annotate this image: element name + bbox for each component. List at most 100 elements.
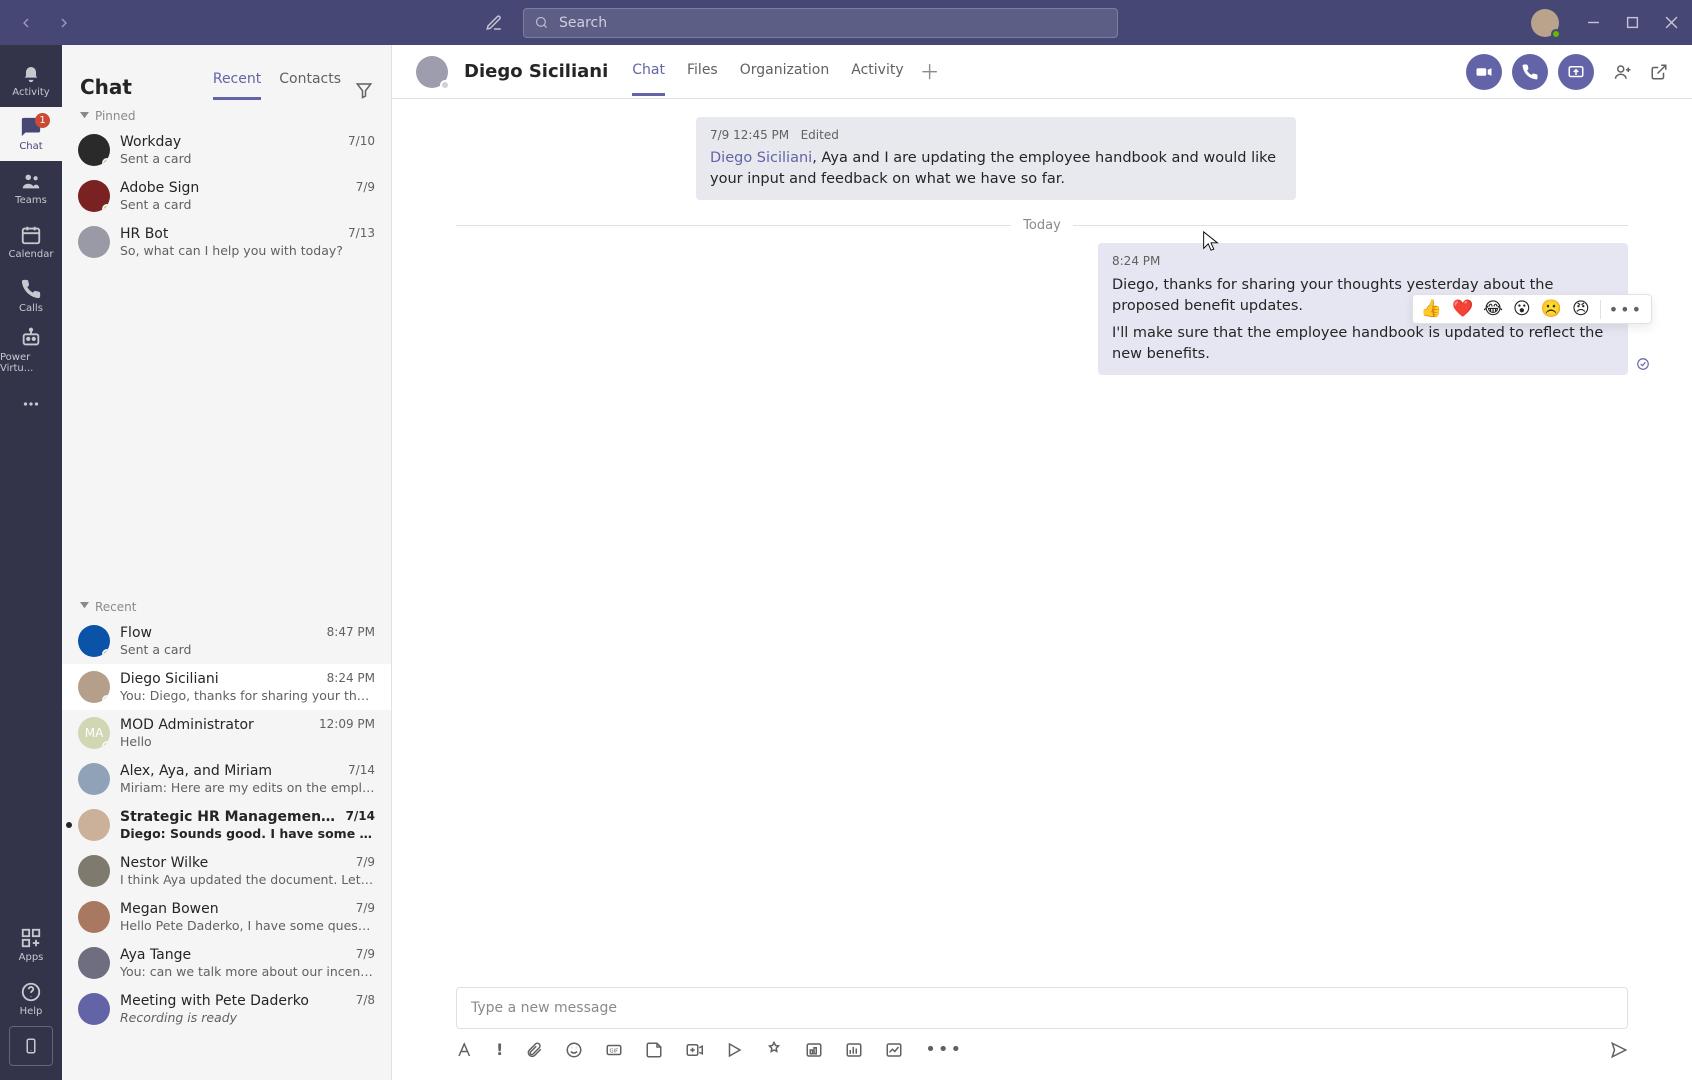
gif-icon[interactable]: GIF [605, 1041, 623, 1059]
send-button[interactable] [1610, 1041, 1628, 1059]
chat-list-item[interactable]: MAMOD Administrator12:09 PMHello [62, 710, 391, 756]
chat-time: 7/9 [356, 180, 375, 196]
rail-more[interactable] [0, 377, 62, 431]
rail-apps[interactable]: Apps [0, 918, 62, 972]
window-close-icon[interactable] [1665, 16, 1678, 29]
titlebar [0, 0, 1692, 45]
chat-tab-organization[interactable]: Organization [740, 47, 830, 96]
chat-time: 7/9 [356, 855, 375, 871]
chat-list-item[interactable]: Meeting with Pete Daderko7/8Recording is… [62, 986, 391, 1032]
chat-list-item[interactable]: Nestor Wilke7/9I think Aya updated the d… [62, 848, 391, 894]
search-input[interactable] [557, 14, 1107, 32]
attach-icon[interactable] [525, 1041, 543, 1059]
rail-power[interactable]: Power Virtu... [0, 323, 62, 377]
chat-list-item[interactable]: Strategic HR Management and Plan…7/14Die… [62, 802, 391, 848]
reaction-option[interactable]: 😮 [1513, 299, 1531, 319]
schedule-meeting-icon[interactable] [685, 1041, 703, 1059]
add-tab-icon[interactable]: ＋ [920, 62, 940, 82]
chat-name: Adobe Sign [120, 180, 199, 196]
chatlist-tab-recent[interactable]: Recent [213, 63, 261, 100]
chat-name: Diego Siciliani [120, 671, 219, 687]
presence-offline-icon [440, 80, 450, 90]
chart-btn-1-icon[interactable] [805, 1041, 823, 1059]
rail-activity[interactable]: Activity [0, 53, 62, 107]
chat-tab-activity[interactable]: Activity [851, 47, 903, 96]
chat-list-item[interactable]: Workday7/10Sent a card [62, 127, 391, 173]
message-edited-label: Edited [801, 128, 839, 142]
stream-icon[interactable] [725, 1041, 743, 1059]
get-mobile-app[interactable] [9, 1026, 53, 1066]
rail-calendar[interactable]: Calendar [0, 215, 62, 269]
chat-time: 12:09 PM [319, 717, 375, 733]
section-pinned[interactable]: Pinned [62, 99, 391, 127]
section-recent[interactable]: Recent [62, 590, 391, 618]
nav-forward-icon[interactable] [56, 15, 72, 31]
window-maximize-icon[interactable] [1626, 16, 1639, 29]
rail-chat[interactable]: 1Chat [0, 107, 62, 161]
message-incoming[interactable]: 7/9 12:45 PM Edited Diego Siciliani, Aya… [696, 117, 1296, 200]
presence-icon [102, 695, 110, 703]
filter-icon[interactable] [355, 81, 373, 99]
chat-list-item[interactable]: Flow8:47 PMSent a card [62, 618, 391, 664]
chat-list-item[interactable]: Aya Tange7/9You: can we talk more about … [62, 940, 391, 986]
chat-time: 7/13 [348, 226, 375, 242]
chat-tab-files[interactable]: Files [687, 47, 718, 96]
reaction-option[interactable]: ❤️ [1452, 299, 1473, 319]
chat-list-item[interactable]: Diego Siciliani8:24 PMYou: Diego, thanks… [62, 664, 391, 710]
new-chat-icon[interactable] [485, 14, 503, 32]
avatar [78, 180, 110, 212]
message-thread[interactable]: 7/9 12:45 PM Edited Diego Siciliani, Aya… [392, 99, 1692, 987]
reaction-picker[interactable]: 👍 ❤️ 😂 😮 ☹️ 😠 ••• [1412, 294, 1652, 324]
chat-list-item[interactable]: Alex, Aya, and Miriam7/14Miriam: Here ar… [62, 756, 391, 802]
chat-tab-chat[interactable]: Chat [632, 47, 665, 96]
video-call-button[interactable] [1466, 54, 1502, 90]
unread-dot-icon [66, 822, 72, 828]
rail-label: Teams [15, 195, 47, 206]
presence-available-icon [1551, 29, 1561, 39]
bot-icon [20, 327, 42, 349]
contact-avatar[interactable] [416, 56, 448, 88]
apps-icon [20, 927, 42, 949]
audio-call-button[interactable] [1512, 54, 1548, 90]
reaction-more-icon[interactable]: ••• [1600, 300, 1643, 319]
rail-label: Apps [19, 952, 44, 963]
reaction-option[interactable]: 😂 [1483, 299, 1503, 319]
compose-more-icon[interactable]: ••• [925, 1039, 963, 1060]
rail-label: Calendar [9, 249, 54, 260]
badge: 1 [35, 113, 50, 128]
rail-teams[interactable]: Teams [0, 161, 62, 215]
reaction-option[interactable]: ☹️ [1541, 299, 1562, 319]
avatar [78, 671, 110, 703]
chat-list-item[interactable]: Adobe Sign7/9Sent a card [62, 173, 391, 219]
chart-btn-3-icon[interactable] [885, 1041, 903, 1059]
chat-header: Diego Siciliani ChatFilesOrganizationAct… [392, 45, 1692, 99]
sticker-icon[interactable] [645, 1041, 663, 1059]
reaction-option[interactable]: 👍 [1421, 299, 1442, 319]
chatlist-tab-contacts[interactable]: Contacts [279, 63, 341, 100]
me-avatar[interactable] [1531, 9, 1559, 37]
reaction-option[interactable]: 😠 [1572, 299, 1590, 319]
presence-icon [102, 741, 110, 749]
app-rail: Activity1Chat Teams Calendar CallsPower Vir… [0, 45, 62, 1080]
popout-chat-icon[interactable] [1650, 63, 1668, 81]
chat-list-item[interactable]: HR Bot7/13So, what can I help you with t… [62, 219, 391, 265]
presence-icon [102, 158, 110, 166]
chat-list-item[interactable]: Megan Bowen7/9Hello Pete Daderko, I have… [62, 894, 391, 940]
nav-back-icon[interactable] [18, 15, 34, 31]
add-people-icon[interactable] [1614, 63, 1632, 81]
format-icon[interactable] [456, 1041, 474, 1059]
praise-icon[interactable] [765, 1041, 783, 1059]
search-box[interactable] [523, 8, 1118, 38]
window-minimize-icon[interactable] [1587, 16, 1600, 29]
emoji-icon[interactable] [565, 1041, 583, 1059]
rail-help[interactable]: Help [0, 972, 62, 1026]
rail-label: Help [20, 1006, 43, 1017]
compose-input[interactable]: Type a new message [456, 987, 1628, 1029]
presence-icon [102, 649, 110, 657]
mention-link[interactable]: Diego Siciliani [710, 150, 812, 166]
rail-calls[interactable]: Calls [0, 269, 62, 323]
chart-btn-2-icon[interactable] [845, 1041, 863, 1059]
priority-icon[interactable]: ! [496, 1040, 503, 1059]
compose-placeholder: Type a new message [471, 1000, 617, 1016]
share-screen-button[interactable] [1558, 54, 1594, 90]
